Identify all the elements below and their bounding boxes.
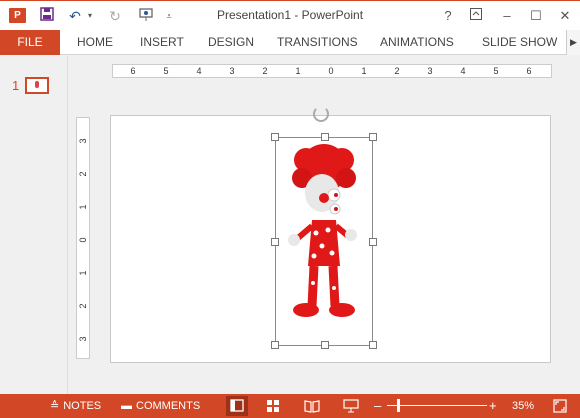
ruler-tick-label: 1 [78,204,88,210]
save-icon[interactable] [38,7,56,25]
tab-insert[interactable]: INSERT [140,30,184,55]
help-button[interactable]: ? [438,6,458,26]
horizontal-ruler: 6 5 4 3 2 1 0 1 2 3 4 5 6 [112,64,552,78]
ruler-tick-label: 2 [78,171,88,177]
chevron-right-icon[interactable]: ▶ [566,30,580,55]
title-bar: P ↶ ▾ ↻ ⩡ Presentation1 - PowerPoint ? –… [0,0,580,30]
customize-toolbar-icon[interactable]: ⩡ [162,7,176,25]
ruler-tick-label: 6 [130,66,136,76]
resize-handle[interactable] [321,341,329,349]
slide-thumbnail[interactable] [25,77,49,94]
tab-home[interactable]: HOME [77,30,113,55]
tab-transitions[interactable]: TRANSITIONS [277,30,358,55]
slides-pane: 1 [0,56,68,394]
ruler-tick-label: 4 [460,66,466,76]
reading-view-icon[interactable] [304,394,320,418]
slide-canvas[interactable] [110,106,551,363]
maximize-button[interactable]: ☐ [526,6,546,26]
present-icon[interactable] [136,7,156,25]
zoom-level[interactable]: 35% [512,394,534,418]
status-bar: ≙ NOTES ▬ COMMENTS – + 35% [0,394,580,418]
resize-handle[interactable] [271,341,279,349]
comments-label: COMMENTS [136,400,201,412]
tab-file[interactable]: FILE [0,30,60,55]
ruler-tick-label: 2 [262,66,268,76]
resize-handle[interactable] [369,341,377,349]
ruler-tick-label: 4 [196,66,202,76]
comments-button[interactable]: ▬ COMMENTS [121,394,200,418]
ruler-tick-label: 3 [78,336,88,342]
fit-to-window-icon[interactable] [553,394,567,418]
slide-number: 1 [12,78,20,93]
close-button[interactable]: ✕ [555,6,575,26]
undo-icon[interactable]: ↶ [66,7,84,25]
window-title: Presentation1 - PowerPoint [216,8,364,22]
ruler-tick-label: 0 [328,66,334,76]
minimize-button[interactable]: – [497,6,517,26]
powerpoint-app-icon[interactable]: P [9,8,26,23]
tab-design[interactable]: DESIGN [208,30,254,55]
zoom-out-button[interactable]: – [374,394,381,418]
ruler-tick-label: 1 [295,66,301,76]
vertical-ruler: 3 2 1 0 1 2 3 [76,117,90,359]
undo-dropdown-icon[interactable]: ▾ [85,7,95,25]
clown-figure-image [288,144,357,317]
ruler-tick-label: 1 [78,270,88,276]
rotate-handle-icon[interactable] [313,106,329,122]
ruler-tick-label: 5 [163,66,169,76]
ribbon-display-icon[interactable] [466,6,486,26]
zoom-in-button[interactable]: + [489,394,497,418]
ruler-tick-label: 3 [427,66,433,76]
resize-handle[interactable] [369,238,377,246]
comment-icon: ▬ [121,400,132,412]
zoom-slider[interactable] [387,405,487,406]
ruler-tick-label: 3 [229,66,235,76]
tab-animations[interactable]: ANIMATIONS [380,30,454,55]
resize-handle[interactable] [271,238,279,246]
zoom-slider-thumb[interactable] [397,399,400,412]
redo-icon[interactable]: ↻ [106,7,124,25]
ruler-tick-label: 2 [78,303,88,309]
thumbnail-figure [35,81,39,88]
ruler-tick-label: 6 [526,66,532,76]
selected-picture[interactable] [271,133,377,349]
ruler-tick-label: 2 [394,66,400,76]
ribbon-tabs: FILE HOME INSERT DESIGN TRANSITIONS ANIM… [0,30,580,55]
resize-handle[interactable] [271,133,279,141]
ruler-tick-label: 3 [78,138,88,144]
resize-handle[interactable] [321,133,329,141]
slide-sorter-icon[interactable] [266,394,280,418]
tab-slide-show[interactable]: SLIDE SHOW [482,30,557,55]
ruler-tick-label: 1 [361,66,367,76]
resize-handle[interactable] [369,133,377,141]
notes-label: NOTES [63,400,102,412]
slide-show-icon[interactable] [343,394,359,418]
notes-icon: ≙ [50,400,60,412]
ruler-tick-label: 5 [493,66,499,76]
normal-view-icon[interactable] [226,396,248,416]
notes-button[interactable]: ≙ NOTES [50,394,101,418]
ruler-tick-label: 0 [78,237,88,243]
